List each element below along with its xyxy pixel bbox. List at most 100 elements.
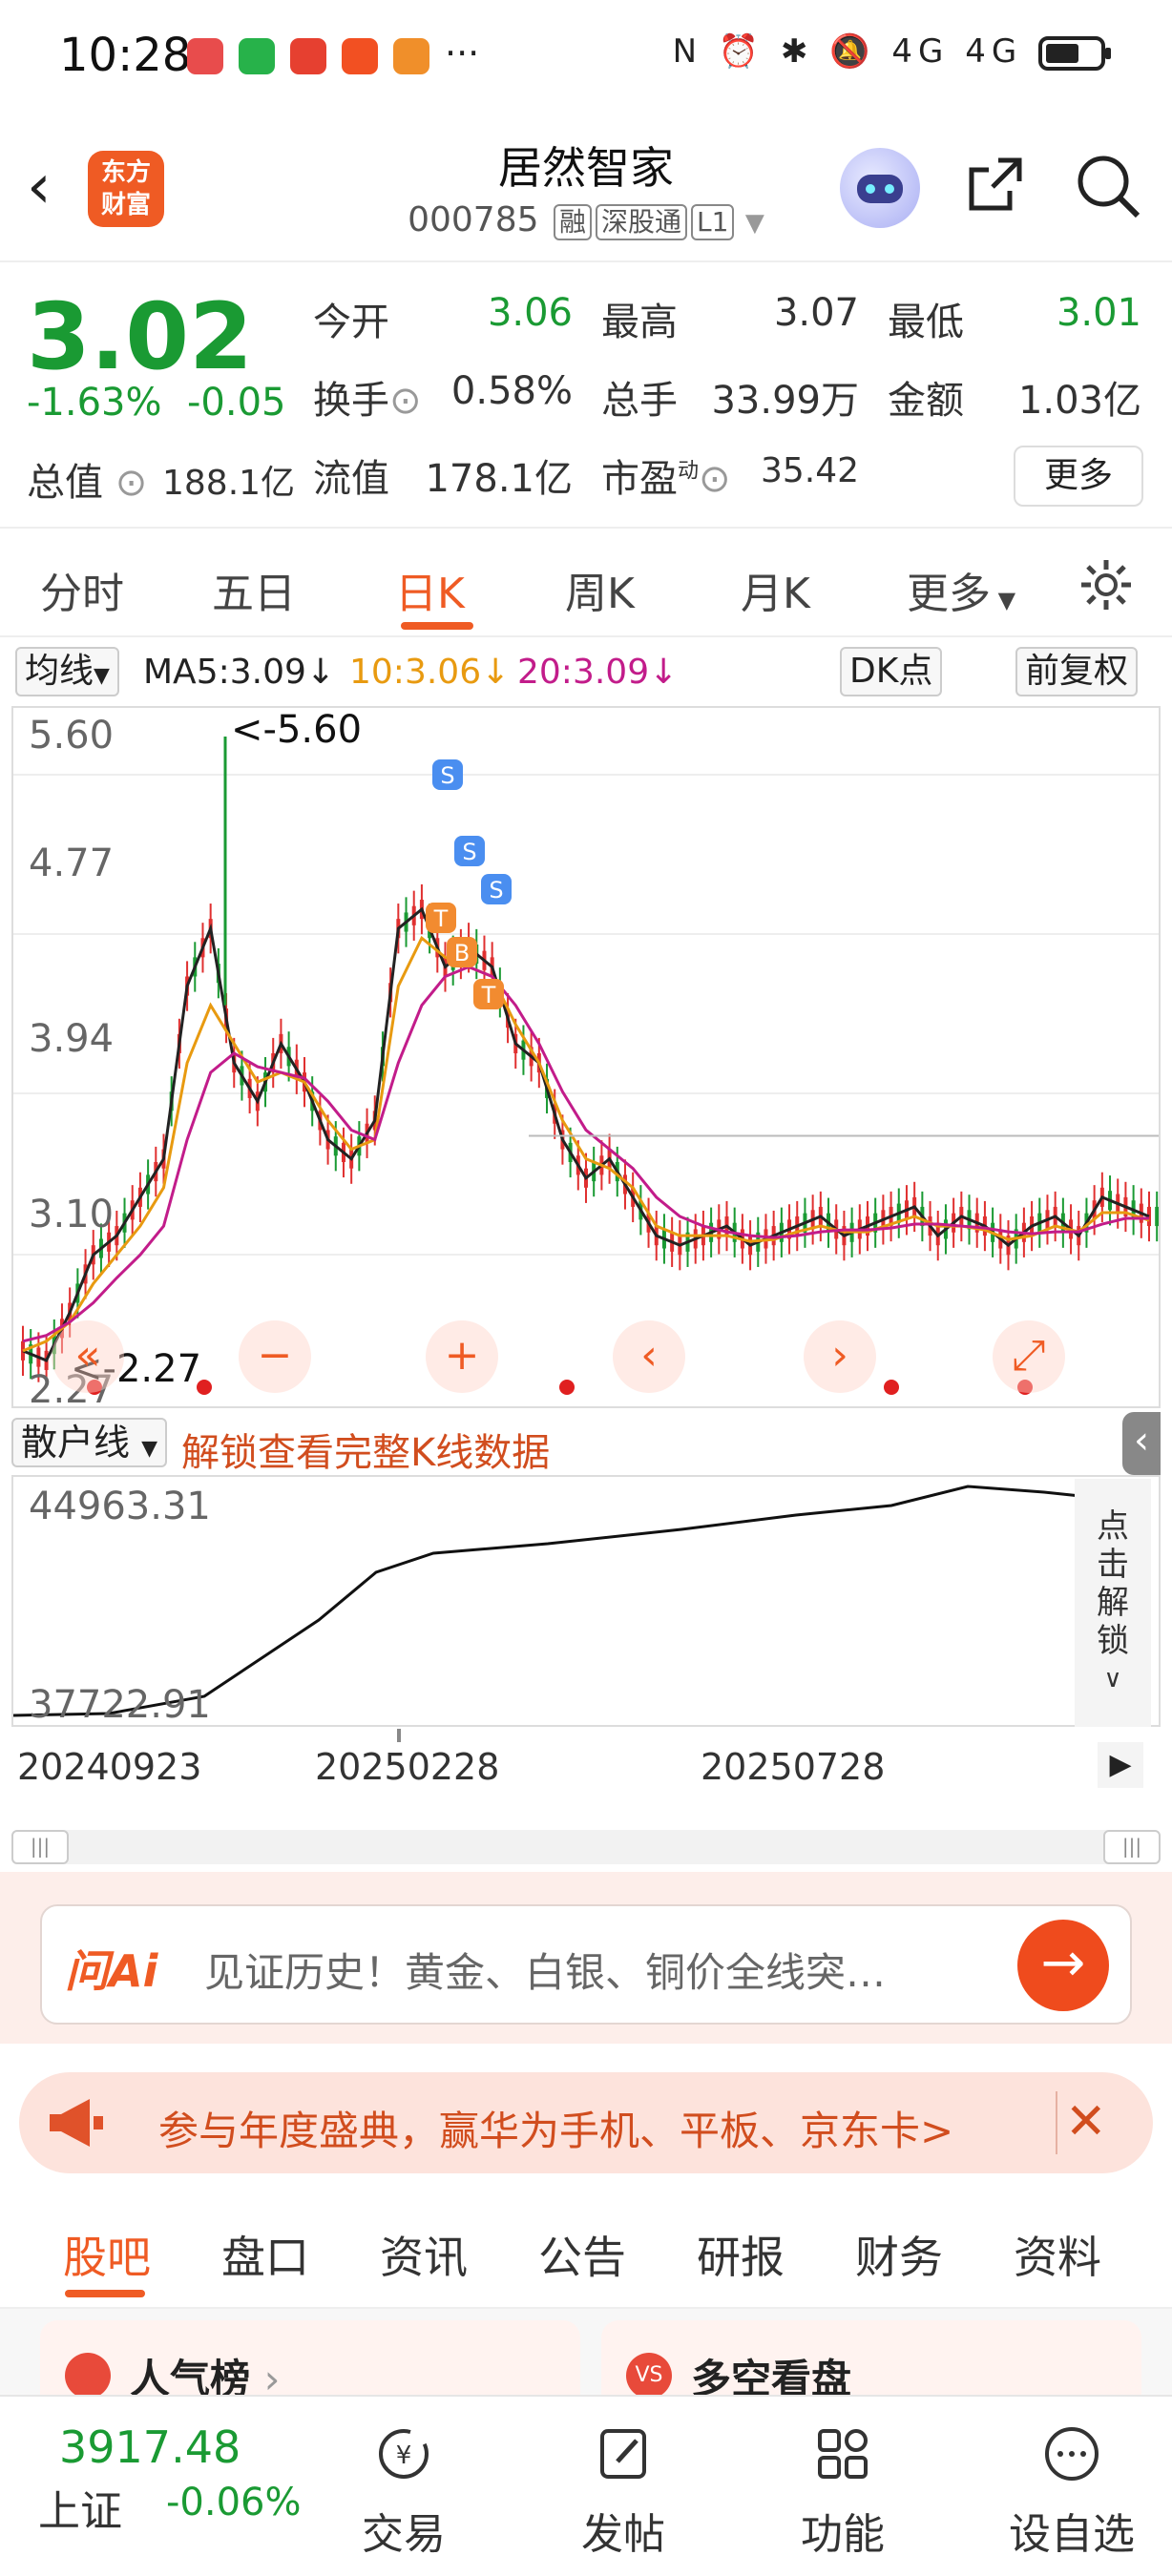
ma5-line bbox=[22, 906, 1150, 1362]
promo-banner[interactable]: 参与年度盛典，赢华为手机、平板、京东卡> ✕ bbox=[19, 2072, 1153, 2173]
tab-daily-k[interactable]: 日K bbox=[395, 559, 465, 620]
y-tick-3: 3.94 bbox=[29, 1017, 115, 1061]
huawei-app-icon bbox=[187, 38, 223, 74]
battery-icon bbox=[1038, 35, 1111, 71]
play-forward-icon[interactable]: ▶ bbox=[1098, 1742, 1143, 1788]
tab-announcements[interactable]: 公告 bbox=[538, 2223, 626, 2286]
scroll-left-fast-button[interactable]: « bbox=[52, 1320, 124, 1393]
scroll-right-button[interactable]: › bbox=[804, 1320, 876, 1393]
tab-orderbook[interactable]: 盘口 bbox=[221, 2223, 309, 2286]
open-value: 3.06 bbox=[487, 291, 573, 335]
signal-label: T bbox=[481, 982, 496, 1008]
chat-more-icon bbox=[1045, 2427, 1099, 2481]
zoom-out-button[interactable]: − bbox=[239, 1320, 311, 1393]
message-app-icon bbox=[342, 38, 378, 74]
nav-add-watchlist[interactable]: 设自选 bbox=[1000, 2423, 1143, 2561]
fullscreen-button[interactable]: ⤢ bbox=[993, 1320, 1065, 1393]
stock-code: 000785 bbox=[408, 200, 539, 239]
index-value[interactable]: 3917.48 bbox=[59, 2421, 241, 2473]
vs-icon: VS bbox=[626, 2353, 672, 2399]
margin-tag: 融 bbox=[553, 204, 592, 240]
nav-trade[interactable]: ¥ 交易 bbox=[342, 2423, 466, 2561]
turnover-label: 换手⊙ bbox=[313, 379, 422, 423]
tab-monthly-k[interactable]: 月K bbox=[741, 559, 810, 620]
sub-indicator-select[interactable]: 散户线 ▼ bbox=[11, 1418, 168, 1467]
x-tick-2: 20250228 bbox=[315, 1746, 500, 1788]
x-tick-3: 20250728 bbox=[701, 1746, 886, 1788]
high-value: 3.07 bbox=[773, 291, 859, 335]
open-label: 今开 bbox=[313, 301, 389, 344]
ranking-icon bbox=[65, 2353, 111, 2399]
svg-text:¥: ¥ bbox=[396, 2441, 412, 2470]
nav-functions[interactable]: 功能 bbox=[781, 2423, 905, 2561]
ai-question-bar: 问Ai 见证历史！黄金、白银、铜价全线突… → bbox=[0, 1872, 1172, 2044]
range-right-handle[interactable]: ||| bbox=[1103, 1830, 1161, 1864]
price-adjust-button[interactable]: 前复权 bbox=[1015, 647, 1139, 696]
tab-forum[interactable]: 股吧 bbox=[63, 2223, 151, 2286]
collapse-tab-icon[interactable]: ‹ bbox=[1122, 1412, 1161, 1475]
tab-five-day[interactable]: 五日 bbox=[212, 559, 296, 620]
quote-panel: 3.02 -1.63% -0.05 总值 ⊙ 188.1亿 今开 3.06 最高… bbox=[0, 264, 1172, 529]
kline-svg: SSSTBT bbox=[13, 737, 1159, 1395]
system-status-icons: N ⏰ ✱ 🔕 4G 4G bbox=[673, 32, 1115, 73]
trade-yen-icon: ¥ bbox=[379, 2429, 429, 2479]
tab-finance[interactable]: 财务 bbox=[855, 2223, 943, 2286]
nav-post[interactable]: 发帖 bbox=[561, 2423, 685, 2561]
y-tick-high: 5.60 bbox=[29, 714, 115, 758]
turnover-value: 0.58% bbox=[450, 369, 573, 413]
bull-bear-card[interactable] bbox=[601, 2320, 1141, 2397]
sub-indicator-row: 散户线 ▼ 解锁查看完整K线数据 ‹ bbox=[11, 1410, 1161, 1475]
signal-label: S bbox=[462, 839, 476, 865]
amount-label: 金额 bbox=[888, 379, 964, 423]
connect-tag: 深股通 bbox=[596, 204, 688, 240]
ma20-value: 20:3.09↓ bbox=[517, 653, 679, 692]
zoom-in-button[interactable]: + bbox=[426, 1320, 498, 1393]
tab-more[interactable]: 更多 ▼ bbox=[907, 559, 1015, 620]
index-name[interactable]: 上证 bbox=[38, 2477, 122, 2538]
last-price: 3.02 bbox=[27, 283, 253, 390]
kline-tabs: 分时 五日 日K 周K 月K 更多 ▼ bbox=[0, 530, 1172, 637]
pe-label: 市盈动⊙ bbox=[601, 457, 731, 501]
ai-input[interactable]: 问Ai 见证历史！黄金、白银、铜价全线突… → bbox=[40, 1904, 1132, 2025]
feature-cards: 人气榜 › VS 多空看盘 bbox=[0, 2309, 1172, 2402]
tab-news[interactable]: 资讯 bbox=[380, 2223, 468, 2286]
signal-label: B bbox=[454, 940, 470, 966]
ai-go-arrow-icon[interactable]: → bbox=[1017, 1920, 1109, 2011]
dk-point-button[interactable]: DK点 bbox=[840, 647, 943, 696]
tab-weekly-k[interactable]: 周K bbox=[565, 559, 635, 620]
sub-y-bottom: 37722.91 bbox=[29, 1683, 211, 1727]
search-icon[interactable] bbox=[1075, 153, 1141, 219]
unlock-side-button[interactable]: 点击解锁 ∨ bbox=[1075, 1479, 1151, 1727]
y-tick-2: 4.77 bbox=[29, 841, 115, 885]
tab-profile[interactable]: 资料 bbox=[1014, 2223, 1101, 2286]
app-notification-icon bbox=[393, 38, 429, 74]
chart-range-scrollbar[interactable]: ||| ||| bbox=[11, 1830, 1161, 1864]
promo-text: 参与年度盛典，赢华为手机、平板、京东卡> bbox=[158, 2108, 954, 2154]
status-bar: 10:28 ··· N ⏰ ✱ 🔕 4G 4G bbox=[0, 0, 1172, 114]
x-tick-mark bbox=[397, 1729, 401, 1742]
range-left-handle[interactable]: ||| bbox=[11, 1830, 69, 1864]
status-time: 10:28 bbox=[59, 29, 192, 82]
bottom-navigation: 3917.48 上证 -0.06% ¥ 交易 发帖 功能 设自选 bbox=[0, 2395, 1172, 2576]
tab-research[interactable]: 研报 bbox=[697, 2223, 785, 2286]
megaphone-icon bbox=[50, 2099, 103, 2147]
settings-gear-icon[interactable] bbox=[1077, 555, 1136, 614]
more-quote-button[interactable]: 更多 bbox=[1014, 446, 1143, 507]
event-dot bbox=[559, 1380, 575, 1395]
candle-body bbox=[1155, 1206, 1159, 1227]
index-change[interactable]: -0.06% bbox=[166, 2481, 302, 2524]
signal-label: S bbox=[440, 762, 454, 789]
unlock-kline-link[interactable]: 解锁查看完整K线数据 bbox=[181, 1422, 550, 1477]
close-icon[interactable]: ✕ bbox=[1065, 2093, 1107, 2150]
indicator-type-select[interactable]: 均线▼ bbox=[15, 647, 119, 696]
tab-intraday[interactable]: 分时 bbox=[40, 559, 124, 620]
stock-header: ‹ 东方 财富 居然智家 000785 融深股通 L1 ▼ bbox=[0, 114, 1172, 262]
active-tab-indicator bbox=[65, 2290, 145, 2297]
popularity-card[interactable] bbox=[40, 2320, 580, 2397]
ai-assistant-icon[interactable] bbox=[840, 148, 920, 228]
low-value: 3.01 bbox=[1056, 291, 1141, 335]
high-label: 最高 bbox=[601, 301, 678, 344]
share-icon[interactable] bbox=[964, 155, 1025, 216]
kline-chart[interactable]: SSSTBT 5.60 4.77 3.94 3.10 2.27 <-5.60 <… bbox=[11, 706, 1161, 1412]
scroll-left-button[interactable]: ‹ bbox=[613, 1320, 685, 1393]
